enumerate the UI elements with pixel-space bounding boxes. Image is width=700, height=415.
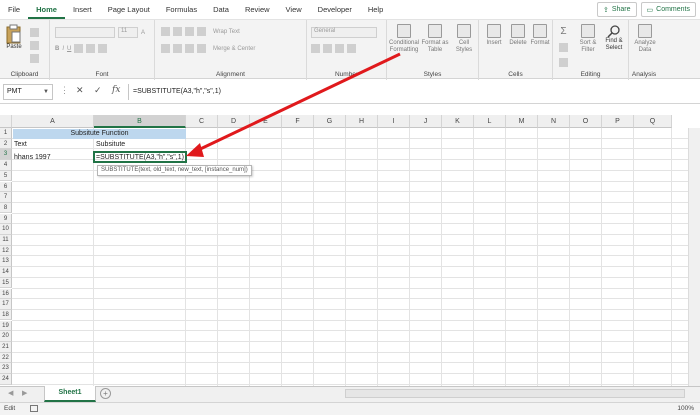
vertical-scrollbar[interactable] xyxy=(688,128,700,386)
zoom-level[interactable]: 100% xyxy=(677,403,694,415)
prev-sheet-icon[interactable]: ◀ xyxy=(8,389,13,397)
annotation-arrow xyxy=(186,52,401,157)
sheet-tab-sheet1[interactable]: Sheet1 xyxy=(44,386,96,402)
horizontal-scrollbar[interactable] xyxy=(345,389,685,398)
add-sheet-icon[interactable]: + xyxy=(100,388,111,399)
status-mode: Edit xyxy=(4,405,16,412)
next-sheet-icon[interactable]: ▶ xyxy=(22,389,27,397)
macro-record-icon[interactable] xyxy=(30,405,38,412)
status-bar: Edit 100% xyxy=(0,402,700,415)
